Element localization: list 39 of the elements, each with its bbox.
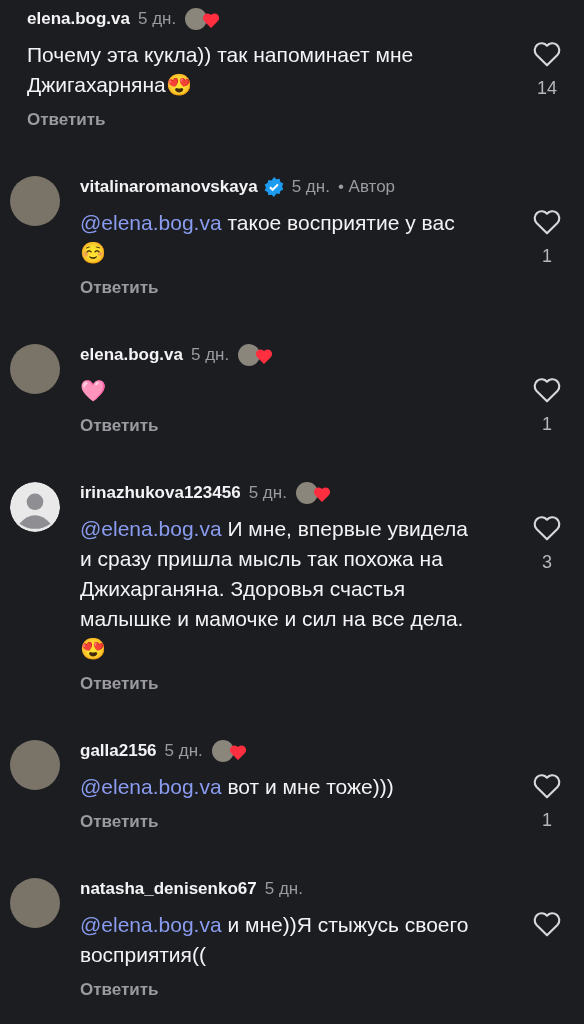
username[interactable]: elena.bog.va [27, 9, 130, 29]
mention-link[interactable]: @elena.bog.va [80, 211, 222, 234]
comment-text: @elena.bog.va и мне))Я стыжусь своего восприятия(( [80, 912, 470, 968]
comment-time: 5 дн. [164, 741, 203, 761]
comment-time: 5 дн. [138, 9, 177, 29]
avatar-photo-placeholder[interactable] [10, 878, 60, 928]
like-count: 14 [537, 78, 557, 99]
comment-time: 5 дн. [264, 879, 303, 899]
mention-link[interactable]: @elena.bog.va [80, 913, 222, 936]
comment-text: @elena.bog.va такое восприятие у вас☺ [80, 210, 456, 266]
comment-text: Почему эта кукла)) так напоминает мне Джигахарняна😍 [27, 42, 415, 98]
reply-button[interactable]: Ответить [80, 812, 159, 832]
mention-link[interactable]: @elena.bog.va [80, 517, 222, 540]
avatar-photo-placeholder[interactable] [10, 344, 60, 394]
comment-time: 5 дн. [248, 483, 287, 503]
comment-text: @elena.bog.va вот и мне тоже))) [80, 774, 395, 800]
reply-button[interactable]: Ответить [80, 980, 159, 1000]
username[interactable]: galla2156 [80, 741, 157, 761]
mention-link[interactable]: @elena.bog.va [80, 775, 222, 798]
like-count: 3 [542, 552, 552, 573]
reply-button[interactable]: Ответить [80, 674, 159, 694]
username[interactable]: elena.bog.va [80, 345, 183, 365]
like-count: 1 [542, 810, 552, 831]
avatar-photo-placeholder[interactable] [10, 176, 60, 226]
reply-button[interactable]: Ответить [80, 278, 159, 298]
default-avatar-icon[interactable] [10, 482, 60, 532]
username[interactable]: vitalinaromanovskaya [80, 177, 258, 197]
username[interactable]: natasha_denisenko67 [80, 879, 257, 899]
comment-time: 5 дн. [291, 177, 330, 197]
author-label: • Автор [337, 177, 396, 197]
comment-text: 🩷 [80, 378, 107, 404]
reply-button[interactable]: Ответить [80, 416, 159, 436]
reply-button[interactable]: Ответить [27, 110, 106, 130]
username[interactable]: irinazhukova123456 [80, 483, 241, 503]
comment-time: 5 дн. [191, 345, 230, 365]
like-count: 1 [542, 246, 552, 267]
like-count: 1 [542, 414, 552, 435]
avatar-photo-placeholder[interactable] [10, 740, 60, 790]
comment-text: @elena.bog.va И мне, впервые увидела и сразу пришла мысль так похожа на Джихарганяна. Здоровья счастья малышке и мамочке и сил на все дела.😍 [80, 516, 469, 662]
